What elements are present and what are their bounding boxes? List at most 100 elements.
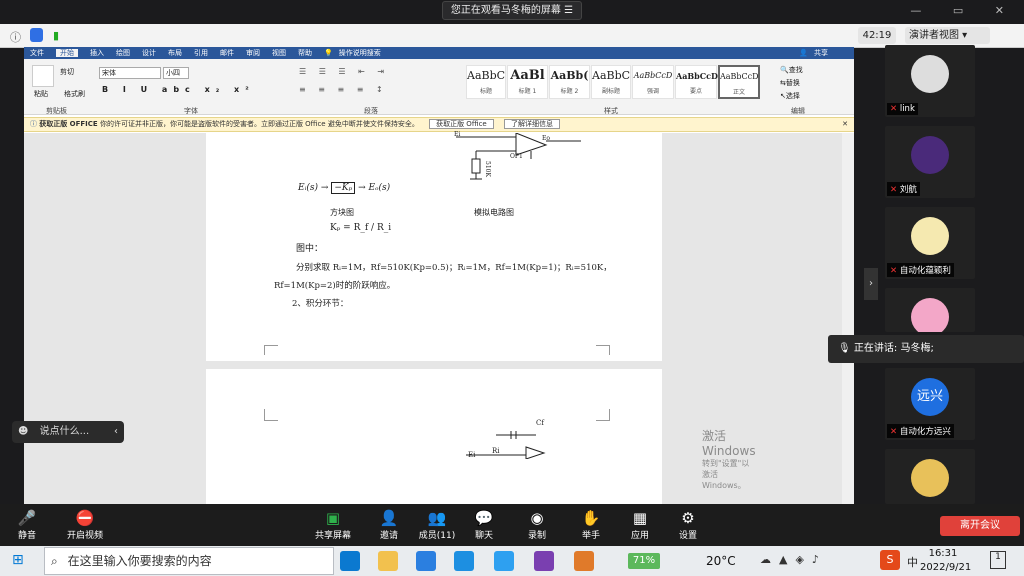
tab-file[interactable]: 文件 xyxy=(30,49,44,57)
chevron-left-icon[interactable]: ‹ xyxy=(114,421,118,443)
tab-help[interactable]: 帮助 xyxy=(298,49,312,57)
tab-insert[interactable]: 插入 xyxy=(90,49,104,57)
sogou-ime-icon[interactable]: S xyxy=(880,550,900,570)
style-normal[interactable]: AaBbCcD 正文 xyxy=(718,65,760,99)
raise-hand-button[interactable]: ✋ 举手 xyxy=(566,508,616,541)
close-icon[interactable]: ✕ xyxy=(842,118,848,131)
font-size-select[interactable]: 小四 xyxy=(163,67,189,79)
system-tray-icons[interactable]: ☁▲◈♪ xyxy=(760,553,827,566)
participant-tile[interactable] xyxy=(885,449,975,504)
vertical-scrollbar[interactable] xyxy=(842,133,854,510)
sharing-banner[interactable]: 您正在观看马冬梅的屏幕 ☰ xyxy=(442,1,582,20)
participant-tile[interactable]: ✕ 刘航 xyxy=(885,126,975,198)
invite-button[interactable]: 👤 邀请 xyxy=(364,508,414,541)
circuit-label-r: 510K xyxy=(484,161,491,177)
paste-icon[interactable] xyxy=(32,65,54,87)
invite-icon: 👤 xyxy=(379,509,399,527)
style-name: 要点 xyxy=(689,88,702,95)
tab-review[interactable]: 审阅 xyxy=(246,49,260,57)
windows-start-icon[interactable]: ⊞ xyxy=(12,552,24,568)
edge-icon[interactable] xyxy=(340,551,360,571)
file-explorer-icon[interactable] xyxy=(378,551,398,571)
collapse-panel-button[interactable]: › xyxy=(864,268,878,300)
leave-meeting-button[interactable]: 离开会议 xyxy=(940,516,1020,536)
menu-icon[interactable]: ☰ xyxy=(564,5,573,16)
caption-circuit: 模拟电路图 xyxy=(474,208,514,217)
select-button[interactable]: ↖选择 xyxy=(780,91,800,101)
format-painter-label[interactable]: 格式刷 xyxy=(64,89,85,99)
chat-label: 聊天 xyxy=(474,531,493,541)
participant-tile[interactable] xyxy=(885,288,975,332)
window-controls[interactable]: — ▭ ✕ xyxy=(910,4,1018,17)
share-screen-button[interactable]: ▣ 共享屏幕 xyxy=(308,508,358,541)
record-button[interactable]: ◉ 录制 xyxy=(512,508,562,541)
tab-design[interactable]: 设计 xyxy=(142,49,156,57)
font-name-select[interactable]: 宋体 xyxy=(99,67,161,79)
style-emphasis[interactable]: AaBbCcD 强调 xyxy=(632,65,674,99)
app-icon[interactable] xyxy=(534,551,554,571)
members-button[interactable]: 👥 成员(11) xyxy=(412,508,462,541)
video-button[interactable]: ⛔ 开启视频 xyxy=(60,508,110,541)
style-subtitle[interactable]: AaBbC 副标题 xyxy=(591,65,631,99)
notification-icon[interactable]: 1 xyxy=(990,551,1006,569)
app-icon[interactable] xyxy=(454,551,474,571)
signal-icon[interactable]: ▮ xyxy=(53,29,59,42)
app-icon[interactable] xyxy=(574,551,594,571)
settings-button[interactable]: ⚙ 设置 xyxy=(663,508,713,541)
participant-tile[interactable]: ✕ 自动化蕴颖利 xyxy=(885,207,975,279)
cut-label[interactable]: 剪切 xyxy=(60,67,74,77)
style-heading1[interactable]: AaBl 标题 1 xyxy=(507,65,548,99)
apps-label: 应用 xyxy=(630,531,649,541)
view-mode-label: 演讲者视图 xyxy=(909,30,959,41)
label-ei: Ei xyxy=(468,451,476,459)
info-icon[interactable]: ⓘ xyxy=(10,29,21,45)
tab-draw[interactable]: 绘图 xyxy=(116,49,130,57)
apps-button[interactable]: ▦ 应用 xyxy=(615,508,665,541)
settings-label: 设置 xyxy=(678,531,697,541)
get-office-button[interactable]: 获取正版 Office xyxy=(429,119,494,129)
ime-indicator[interactable]: 中 xyxy=(907,554,918,570)
tell-me-search[interactable]: 💡 操作说明搜索 xyxy=(324,49,387,57)
style-title[interactable]: AaBbC 标题 xyxy=(466,65,506,99)
avatar xyxy=(911,459,949,497)
share-button[interactable]: 👤 共享 xyxy=(799,47,834,59)
chat-quick-input[interactable]: ☻ 说点什么... ‹ xyxy=(12,421,124,443)
battery-indicator[interactable]: 71% xyxy=(628,553,660,569)
warning-title: 获取正版 OFFICE xyxy=(39,120,98,128)
participant-tile[interactable]: 远兴 ✕ 自动化方远兴 xyxy=(885,368,975,440)
style-strong[interactable]: AaBbCcD 要点 xyxy=(675,65,718,99)
taskbar-search[interactable]: ⌕ 在这里输入你要搜索的内容 xyxy=(44,547,334,575)
tab-home[interactable]: 开始 xyxy=(56,49,78,57)
emoji-icon[interactable]: ☻ xyxy=(18,426,28,437)
select-label: 选择 xyxy=(785,92,800,100)
meeting-app-icon[interactable] xyxy=(494,551,514,571)
tab-references[interactable]: 引用 xyxy=(194,49,208,57)
paste-label[interactable]: 粘贴 xyxy=(34,89,48,99)
search-icon: ⌕ xyxy=(51,554,58,568)
align-buttons[interactable]: ≡ ≡ ≡ ≡ ↕ xyxy=(299,85,388,94)
participant-tile[interactable]: ✕ link xyxy=(885,45,975,117)
chat-button[interactable]: 💬 聊天 xyxy=(459,508,509,541)
style-heading2[interactable]: AaBb(标题 2 xyxy=(549,65,590,99)
mute-button[interactable]: 🎤 静音 xyxy=(2,508,52,541)
weather-temp[interactable]: 20°C xyxy=(706,554,736,568)
view-mode-button[interactable]: 演讲者视图 ▾ xyxy=(905,27,990,44)
participant-name: 自动化方远兴 xyxy=(899,427,951,437)
replace-button[interactable]: ⇆替换 xyxy=(780,78,800,88)
circuit-label-op: OP1 xyxy=(510,153,523,160)
app-icon[interactable] xyxy=(416,551,436,571)
tab-view[interactable]: 视图 xyxy=(272,49,286,57)
font-format-buttons[interactable]: B I U abc x₂ x² xyxy=(102,85,255,94)
muted-mic-icon: ✕ xyxy=(890,185,898,195)
tab-layout[interactable]: 布局 xyxy=(168,49,182,57)
tab-mailings[interactable]: 邮件 xyxy=(220,49,234,57)
style-name: 标题 2 xyxy=(560,88,579,95)
legend-text: 图中： xyxy=(296,244,324,254)
learn-more-button[interactable]: 了解详细信息 xyxy=(503,119,560,129)
doc-line-1: 分别求取 Rᵢ=1M，Rf=510K(Kp=0.5)；Rᵢ=1M，Rf=1M(K… xyxy=(296,263,612,273)
shield-icon[interactable] xyxy=(30,28,43,42)
taskbar-clock[interactable]: 16:31 2022/9/21 xyxy=(920,547,971,575)
list-buttons[interactable]: ☰ ☰ ☰ ⇤ ⇥ xyxy=(299,67,389,76)
styles-group-label: 样式 xyxy=(604,107,618,115)
find-button[interactable]: 🔍查找 xyxy=(780,65,803,75)
